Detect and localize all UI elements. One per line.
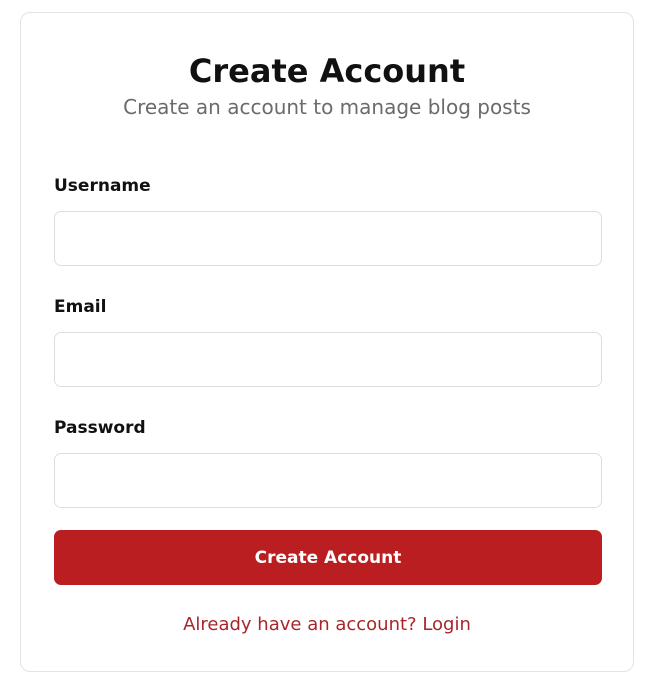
login-link[interactable]: Already have an account? Login — [21, 612, 633, 638]
signup-card: Create Account Create an account to mana… — [20, 12, 634, 672]
email-input[interactable] — [54, 332, 602, 387]
page-subtitle: Create an account to manage blog posts — [123, 95, 531, 119]
password-label: Password — [54, 418, 146, 438]
page-title: Create Account — [188, 52, 466, 90]
username-label: Username — [54, 176, 151, 196]
password-input[interactable] — [54, 453, 602, 508]
email-label: Email — [54, 297, 107, 317]
create-account-button[interactable]: Create Account — [54, 530, 602, 585]
username-input[interactable] — [54, 211, 602, 266]
